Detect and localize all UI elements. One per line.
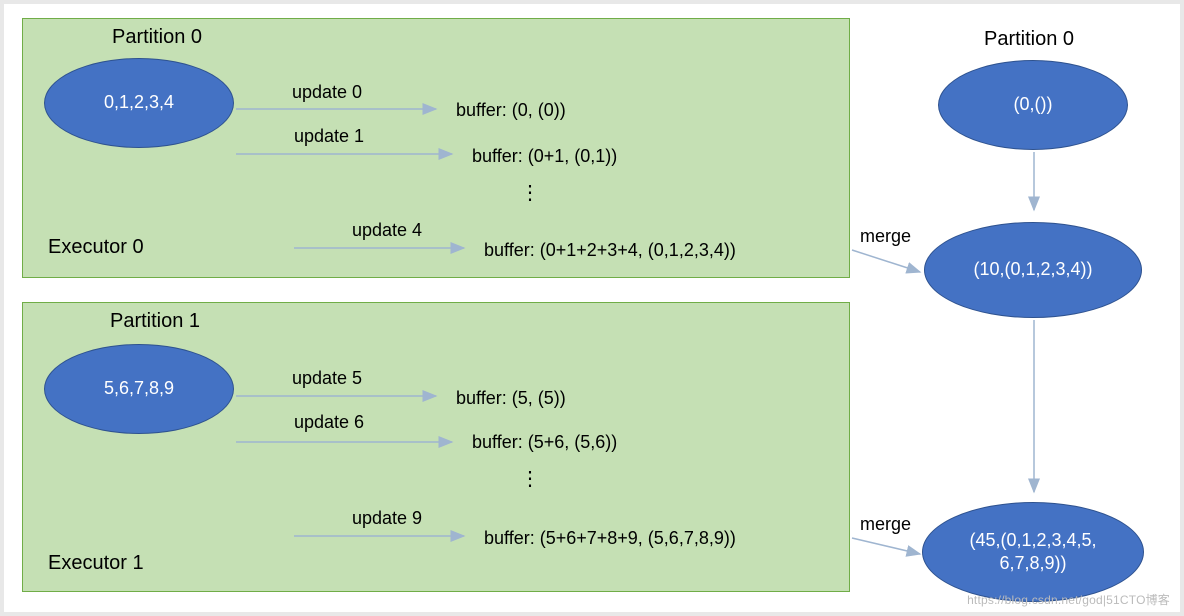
right-ellipse-0: (0,()) [938,60,1128,150]
merge-0-label: merge [860,226,911,247]
buffer-4-label: buffer: (0+1+2+3+4, (0,1,2,3,4)) [484,240,736,261]
update-4-label: update 4 [352,220,422,241]
partition-0-data-text: 0,1,2,3,4 [104,91,174,114]
right-ellipse-2-text: (45,(0,1,2,3,4,5, 6,7,8,9)) [969,529,1096,576]
arrow-right-0-1 [1024,152,1044,222]
partition-1-title: Partition 1 [110,310,200,333]
buffer-5-label: buffer: (5, (5)) [456,388,566,409]
update-5-label: update 5 [292,368,362,389]
buffer-1-label: buffer: (0+1, (0,1)) [472,146,617,167]
partition-0-data-ellipse: 0,1,2,3,4 [44,58,234,148]
arrow-right-1-2 [1024,320,1044,502]
merge-1-label: merge [860,514,911,535]
partition-1-data-ellipse: 5,6,7,8,9 [44,344,234,434]
update-1-label: update 1 [294,126,364,147]
arrow-update-5 [236,386,446,406]
watermark-text: https://blog.csdn.net/god|51CTO博客 [967,591,1170,608]
partition-0-title: Partition 0 [112,26,202,49]
arrow-update-1 [236,144,462,164]
right-partition-title: Partition 0 [984,28,1074,51]
arrow-merge-1 [852,536,930,566]
arrow-update-4 [294,238,474,258]
partition-1-data-text: 5,6,7,8,9 [104,377,174,400]
buffer-0-label: buffer: (0, (0)) [456,100,566,121]
arrow-update-9 [294,526,474,546]
arrow-merge-0 [852,248,930,282]
right-ellipse-0-text: (0,()) [1014,93,1053,116]
buffer-6-label: buffer: (5+6, (5,6)) [472,432,617,453]
right-ellipse-1: (10,(0,1,2,3,4)) [924,222,1142,318]
arrow-update-6 [236,432,462,452]
executor-0-label: Executor 0 [48,236,144,259]
ellipsis-0: ⋮ [520,180,540,205]
buffer-9-label: buffer: (5+6+7+8+9, (5,6,7,8,9)) [484,528,736,549]
right-ellipse-1-text: (10,(0,1,2,3,4)) [973,258,1092,281]
update-6-label: update 6 [294,412,364,433]
right-ellipse-2: (45,(0,1,2,3,4,5, 6,7,8,9)) [922,502,1144,602]
executor-1-label: Executor 1 [48,552,144,575]
ellipsis-1: ⋮ [520,466,540,491]
update-0-label: update 0 [292,82,362,103]
update-9-label: update 9 [352,508,422,529]
